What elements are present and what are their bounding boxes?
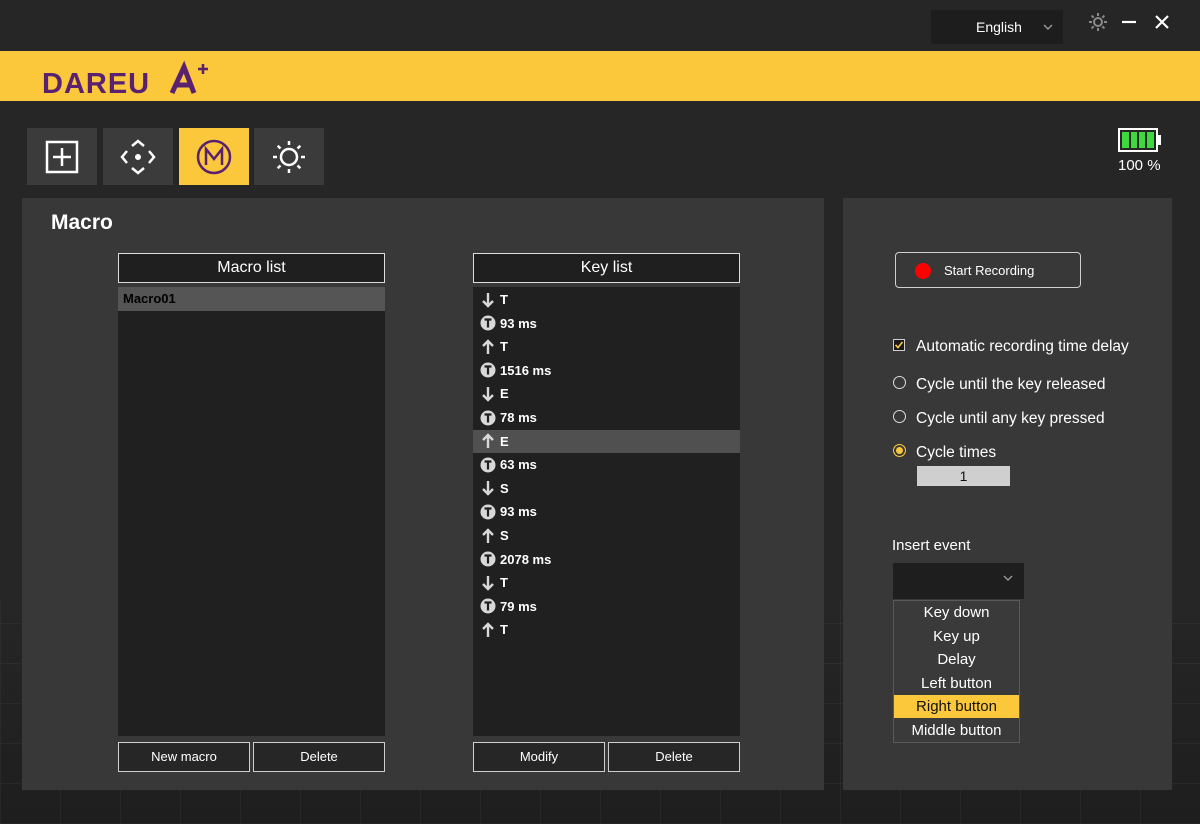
key-list-item[interactable]: 1516 ms	[473, 359, 740, 382]
key-list-item-text: S	[500, 528, 509, 543]
macro-list[interactable]: Macro01	[118, 287, 385, 736]
arrow-down-icon	[480, 386, 496, 402]
delete-key-button[interactable]: Delete	[608, 742, 740, 772]
brightness-sun-icon	[273, 140, 305, 173]
insert-event-dropdown: Key down Key up Delay Left button Right butt…	[893, 600, 1020, 743]
nav-button-move[interactable]	[103, 128, 173, 185]
cycle-any-key-radio[interactable]	[893, 410, 906, 423]
key-list-item[interactable]: 93 ms	[473, 500, 740, 523]
cycle-any-key-label: Cycle until any key pressed	[916, 410, 1105, 427]
insert-event-label: Insert event	[892, 537, 971, 554]
timer-icon	[480, 504, 496, 520]
key-list-item[interactable]: T	[473, 618, 740, 641]
key-list-item[interactable]: S	[473, 524, 740, 547]
arrow-down-icon	[480, 575, 496, 591]
arrow-up-icon	[480, 622, 496, 638]
cycle-times-radio[interactable]	[893, 444, 906, 457]
cycle-released-radio[interactable]	[893, 376, 906, 389]
insert-event-select[interactable]	[893, 563, 1024, 599]
key-list-item-text: T	[500, 292, 508, 307]
timer-icon	[480, 598, 496, 614]
record-dot-icon	[915, 263, 931, 279]
svg-text:DAREU: DAREU	[42, 68, 150, 97]
arrow-down-icon	[480, 480, 496, 496]
checkmark-icon	[894, 341, 904, 349]
key-list-item[interactable]: 79 ms	[473, 595, 740, 618]
timer-icon	[480, 410, 496, 426]
new-macro-button[interactable]: New macro	[118, 742, 250, 772]
close-icon[interactable]	[1150, 10, 1174, 34]
nav-button-add[interactable]	[27, 128, 97, 185]
macro-list-item[interactable]: Macro01	[118, 287, 385, 311]
auto-delay-checkbox[interactable]	[893, 339, 905, 351]
key-list-item[interactable]: E	[473, 382, 740, 405]
timer-icon	[480, 551, 496, 567]
brand-bar: DAREU	[0, 51, 1200, 101]
insert-event-option[interactable]: Key down	[894, 601, 1019, 624]
chevron-down-icon	[1003, 575, 1013, 581]
modify-key-button[interactable]: Modify	[473, 742, 605, 772]
key-list-item-text: S	[500, 480, 509, 496]
key-list-item[interactable]: T	[473, 288, 740, 311]
nav-button-macro[interactable]	[179, 128, 249, 185]
macro-list-header: Macro list	[118, 253, 385, 283]
cycle-times-input[interactable]: 1	[917, 466, 1010, 486]
arrow-up-icon	[480, 527, 496, 544]
key-list-item[interactable]: 63 ms	[473, 453, 740, 476]
dareu-logo: DAREU	[42, 57, 222, 100]
chevron-down-icon	[1043, 24, 1053, 30]
macro-m-icon	[196, 139, 232, 174]
page-title: Macro	[51, 211, 113, 234]
insert-event-option[interactable]: Middle button	[894, 719, 1019, 742]
arrow-up-icon	[480, 433, 496, 449]
nav-button-lighting[interactable]	[254, 128, 324, 185]
delete-macro-button[interactable]: Delete	[253, 742, 385, 772]
timer-icon	[480, 362, 496, 378]
language-value: English	[976, 19, 1022, 35]
key-list[interactable]: T 93 ms T 1516 ms E 78 ms E 63 ms S 93 ms S 2078 ms…	[473, 287, 740, 736]
key-list-item-text: T	[500, 575, 508, 591]
title-bar: English	[0, 0, 1200, 50]
timer-icon	[480, 457, 496, 473]
key-list-item-text: T	[500, 622, 508, 638]
start-recording-label: Start Recording	[944, 263, 1035, 278]
timer-icon	[480, 315, 496, 331]
key-list-item[interactable]: S	[473, 477, 740, 500]
key-list-item-text: 93 ms	[500, 504, 537, 520]
key-list-header: Key list	[473, 253, 740, 283]
key-list-item-text: 2078 ms	[500, 551, 552, 567]
insert-event-option[interactable]: Left button	[894, 672, 1019, 695]
key-list-item-text: 1516 ms	[500, 362, 552, 378]
key-list-item[interactable]: E	[473, 429, 740, 453]
auto-delay-label: Automatic recording time delay	[916, 338, 1129, 355]
key-list-item[interactable]: 78 ms	[473, 406, 740, 429]
key-list-item[interactable]: 93 ms	[473, 312, 740, 335]
key-list-item-text: E	[500, 433, 509, 449]
arrow-up-icon	[480, 338, 496, 355]
key-list-item-text: 93 ms	[500, 315, 537, 331]
start-recording-button[interactable]: Start Recording	[895, 252, 1081, 288]
battery-indicator	[1118, 128, 1162, 152]
language-select[interactable]: English	[931, 10, 1063, 44]
insert-event-option[interactable]: Delay	[894, 648, 1019, 671]
key-list-item[interactable]: T	[473, 335, 740, 358]
insert-event-option[interactable]: Right button	[894, 695, 1019, 718]
battery-icon	[1118, 128, 1161, 152]
cycle-times-label: Cycle times	[916, 444, 997, 461]
key-list-item-text: T	[500, 339, 508, 355]
battery-percent: 100 %	[1118, 157, 1161, 174]
cycle-released-label: Cycle until the key released	[916, 376, 1106, 393]
key-list-item-text: 63 ms	[500, 457, 537, 473]
move-arrows-icon	[120, 138, 156, 175]
key-list-item[interactable]: 2078 ms	[473, 548, 740, 571]
gear-icon[interactable]	[1086, 10, 1110, 34]
minimize-icon[interactable]	[1117, 10, 1141, 34]
arrow-down-icon	[480, 292, 496, 308]
key-list-item[interactable]: T	[473, 571, 740, 594]
add-square-icon	[45, 140, 79, 173]
key-list-item-text: E	[500, 386, 509, 402]
key-list-item-text: 78 ms	[500, 410, 537, 425]
insert-event-option[interactable]: Key up	[894, 625, 1019, 648]
key-list-item-text: 79 ms	[500, 598, 537, 614]
